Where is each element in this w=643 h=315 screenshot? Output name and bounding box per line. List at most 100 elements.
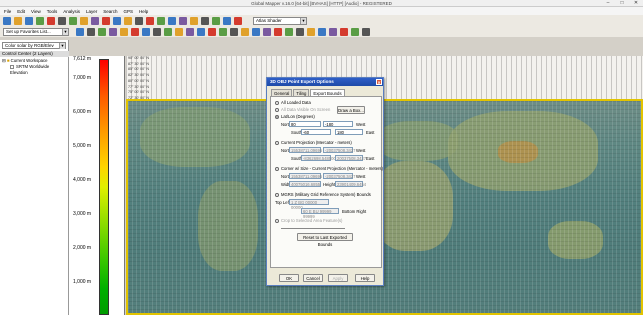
cut-icon[interactable] xyxy=(131,27,139,36)
move-icon[interactable] xyxy=(362,27,370,36)
menu-edit[interactable]: Edit xyxy=(17,9,25,14)
reset-bounds-button[interactable]: Reset to Last Exported Bounds xyxy=(297,233,353,247)
srtm-elevation-tile[interactable] xyxy=(126,99,643,315)
shader-icon[interactable] xyxy=(179,16,187,25)
lidar-icon[interactable] xyxy=(274,27,282,36)
tab-export-bounds[interactable]: Export Bounds xyxy=(310,89,345,96)
tab-tiling[interactable]: Tiling xyxy=(293,89,310,96)
west-field[interactable]: -180 xyxy=(323,121,353,127)
rotate-icon[interactable] xyxy=(113,16,121,25)
cancel-button[interactable]: Cancel xyxy=(303,274,323,282)
radio-icon[interactable] xyxy=(275,114,279,119)
digitize-icon[interactable] xyxy=(76,27,84,36)
menu-help[interactable]: Help xyxy=(139,9,148,14)
latlon-option[interactable]: Lat/Lon (Degrees) xyxy=(275,114,315,119)
north-field[interactable]: 80 xyxy=(289,121,321,127)
current-projection-option[interactable]: Current Projection (Mercator - meters) xyxy=(275,140,352,145)
zoom-icon[interactable] xyxy=(58,16,66,25)
proj-south-field[interactable]: -8362698.548500 xyxy=(301,155,336,161)
chart-icon[interactable] xyxy=(241,27,249,36)
delete-icon[interactable] xyxy=(102,16,110,25)
menu-gps[interactable]: GPS xyxy=(124,9,134,14)
east-field[interactable]: 180 xyxy=(335,129,363,135)
split-icon[interactable] xyxy=(186,27,194,36)
help-button[interactable]: Help xyxy=(355,274,375,282)
chevron-down-icon[interactable]: ▼ xyxy=(59,43,65,49)
menu-search[interactable]: Search xyxy=(103,9,117,14)
color-mode-select[interactable]: Color solar by RGB/Elev ▼ xyxy=(2,42,66,49)
light-icon[interactable] xyxy=(190,16,198,25)
edit-vertex-icon[interactable] xyxy=(120,27,128,36)
tool-icon[interactable] xyxy=(197,27,205,36)
point-cloud-icon[interactable] xyxy=(307,27,315,36)
corner-size-option[interactable]: Corner w/ Size - Current Projection (Mer… xyxy=(275,166,383,171)
filter-icon[interactable] xyxy=(296,27,304,36)
close-icon[interactable]: ✕ xyxy=(376,79,382,85)
tab-general[interactable]: General xyxy=(271,89,293,96)
profile-icon[interactable] xyxy=(219,27,227,36)
path-icon[interactable] xyxy=(208,27,216,36)
stop-icon[interactable] xyxy=(146,16,154,25)
south-field[interactable]: -60 xyxy=(301,129,331,135)
corner-west-field[interactable]: -20037508.3427 xyxy=(323,173,356,179)
radio-icon[interactable] xyxy=(275,100,279,105)
measure-icon[interactable] xyxy=(80,16,88,25)
layer-icon[interactable] xyxy=(91,16,99,25)
export-icon[interactable] xyxy=(47,16,55,25)
menu-tools[interactable]: Tools xyxy=(47,9,58,14)
folder-icon[interactable] xyxy=(14,16,22,25)
bottom-right-field[interactable]: 60 E BU 99999 99999 xyxy=(301,208,339,219)
proj-east-field[interactable]: 20037508.3427 xyxy=(335,155,366,161)
top-left-field[interactable]: 1 Z BG 00000 00000 xyxy=(289,199,329,210)
3d-icon[interactable] xyxy=(168,16,176,25)
draw-box-button[interactable]: Draw a Box... xyxy=(337,106,365,114)
radio-icon[interactable] xyxy=(275,192,279,197)
info-icon[interactable] xyxy=(135,16,143,25)
terrain-icon[interactable] xyxy=(252,27,260,36)
area-icon[interactable] xyxy=(98,27,106,36)
buffer-icon[interactable] xyxy=(164,27,172,36)
menu-analysis[interactable]: Analysis xyxy=(63,9,80,14)
apply-button[interactable]: Apply xyxy=(328,274,348,282)
chevron-down-icon[interactable]: ▼ xyxy=(62,28,68,35)
open-icon[interactable] xyxy=(3,16,11,25)
ok-button[interactable]: OK xyxy=(279,274,299,282)
menu-layer[interactable]: Layer xyxy=(86,9,97,14)
classify-icon[interactable] xyxy=(285,27,293,36)
radio-icon[interactable] xyxy=(275,166,279,171)
maximize-icon[interactable]: □ xyxy=(615,0,629,7)
menu-file[interactable]: File xyxy=(4,9,11,14)
minimize-icon[interactable]: – xyxy=(601,0,615,7)
view-icon[interactable] xyxy=(223,16,231,25)
volume-icon[interactable] xyxy=(230,27,238,36)
gps-icon[interactable] xyxy=(234,16,242,25)
proj-north-field[interactable]: 15538711.09695 xyxy=(289,147,322,153)
height-field[interactable]: 23901409.6454 xyxy=(335,181,366,187)
grid-icon[interactable] xyxy=(36,16,44,25)
globe-icon[interactable] xyxy=(157,16,165,25)
line-icon[interactable] xyxy=(87,27,95,36)
ruler-icon[interactable] xyxy=(340,27,348,36)
mgrs-option[interactable]: MGRS (Military Grid Reference System) Bo… xyxy=(275,192,371,197)
wand-icon[interactable] xyxy=(329,27,337,36)
contour-icon[interactable] xyxy=(212,16,220,25)
save-icon[interactable] xyxy=(25,16,33,25)
view-shed-icon[interactable] xyxy=(263,27,271,36)
corner-north-field[interactable]: 15538711.09695 xyxy=(289,173,322,179)
pencil-icon[interactable] xyxy=(124,16,132,25)
point-icon[interactable] xyxy=(109,27,117,36)
mesh-icon[interactable] xyxy=(318,27,326,36)
snap-icon[interactable] xyxy=(142,27,150,36)
layer-checkbox[interactable] xyxy=(10,64,14,69)
tree-item-srtm[interactable]: SRTM Worldwide Elevation xyxy=(2,64,68,76)
grid-tool-icon[interactable] xyxy=(351,27,359,36)
width-field[interactable]: 40075016.6855 xyxy=(289,181,321,187)
chevron-down-icon[interactable]: ▼ xyxy=(300,17,306,24)
all-loaded-option[interactable]: All Loaded Data xyxy=(275,100,311,105)
close-icon[interactable]: ✕ xyxy=(629,0,643,7)
proj-west-field[interactable]: -20037508.3427 xyxy=(323,147,356,153)
favorites-select[interactable]: Set up Favorites List... ▼ xyxy=(3,27,69,36)
menu-view[interactable]: View xyxy=(31,9,41,14)
shader-select[interactable]: Atlas Shader ▼ xyxy=(253,16,307,25)
radio-icon[interactable] xyxy=(275,140,279,145)
